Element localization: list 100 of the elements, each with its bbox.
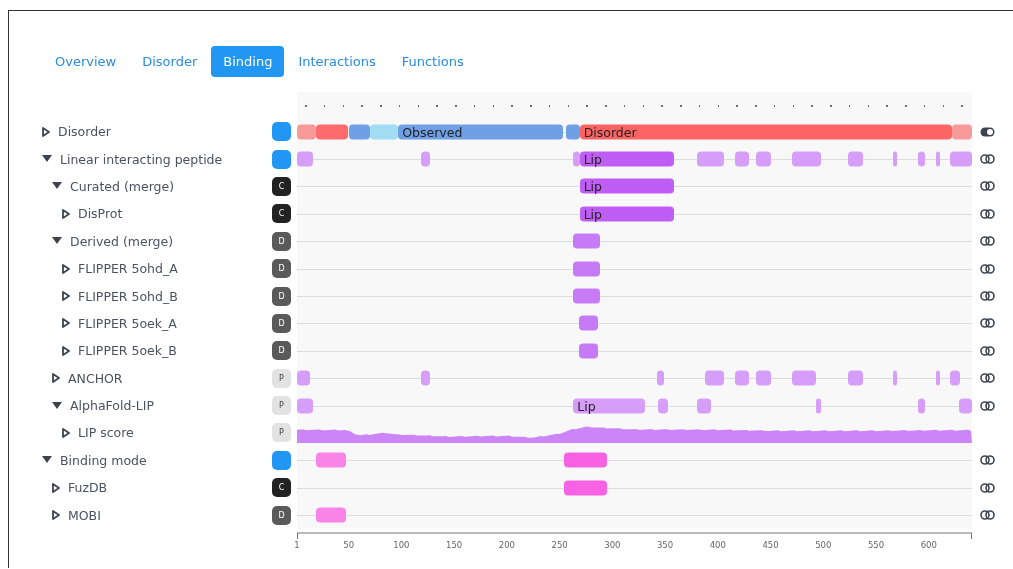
caret-right-icon[interactable] — [62, 318, 70, 329]
caret-down-icon[interactable] — [52, 401, 62, 410]
tab[interactable]: Overview — [43, 46, 129, 77]
region-bar[interactable] — [657, 398, 669, 414]
region-bar[interactable] — [696, 151, 725, 167]
caret-down-icon[interactable] — [52, 237, 62, 246]
caret-right-icon[interactable] — [62, 291, 70, 302]
region-bar[interactable] — [656, 370, 664, 386]
region-bar[interactable] — [892, 370, 897, 386]
labeled-region-bar[interactable]: Observed — [398, 124, 563, 140]
region-bar[interactable] — [791, 151, 822, 167]
caret-right-icon[interactable] — [62, 428, 70, 438]
region-bar[interactable] — [563, 452, 608, 468]
toggle-icon[interactable] — [980, 510, 995, 521]
region-bar[interactable] — [573, 261, 600, 277]
source-badge: D — [272, 505, 291, 525]
region-bar[interactable] — [734, 370, 750, 386]
region-bar[interactable] — [297, 124, 316, 140]
caret-down-icon[interactable] — [52, 182, 62, 191]
track-label[interactable]: LIP score — [78, 425, 134, 441]
tab[interactable]: Interactions — [286, 46, 388, 77]
region-bar[interactable] — [918, 151, 925, 167]
track-label[interactable]: ANCHOR — [68, 370, 123, 386]
track-label[interactable]: Binding mode — [60, 452, 147, 468]
track-label[interactable]: Disorder — [58, 124, 111, 140]
toggle-icon[interactable] — [980, 263, 995, 274]
toggle-icon[interactable] — [980, 181, 995, 192]
labeled-region-bar[interactable]: Disorder — [579, 124, 952, 140]
region-bar[interactable] — [348, 124, 370, 140]
region-bar[interactable] — [847, 370, 864, 386]
toggle-icon[interactable] — [980, 455, 995, 466]
labeled-region-bar[interactable]: Lip — [579, 178, 674, 194]
track-label[interactable]: Linear interacting peptide — [60, 151, 223, 167]
region-bar[interactable] — [565, 124, 580, 140]
toggle-icon[interactable] — [980, 400, 995, 411]
caret-right-icon[interactable] — [52, 482, 60, 493]
region-bar[interactable] — [573, 288, 600, 304]
tab[interactable]: Functions — [389, 46, 476, 77]
region-bar[interactable] — [791, 370, 816, 386]
region-bar[interactable] — [578, 315, 598, 331]
toggle-icon[interactable] — [980, 373, 995, 384]
region-bar[interactable] — [936, 370, 941, 386]
region-bar[interactable] — [421, 151, 430, 167]
track-label[interactable]: Curated (merge) — [70, 178, 175, 194]
toggle-icon[interactable] — [980, 318, 995, 329]
toggle-icon[interactable] — [980, 236, 995, 247]
caret-right-icon[interactable] — [52, 510, 60, 521]
track-label[interactable]: FLIPPER 5ohd_B — [78, 288, 178, 304]
region-bar[interactable] — [815, 398, 822, 414]
track-label[interactable]: FLIPPER 5oek_B — [78, 343, 177, 359]
region-bar[interactable] — [951, 124, 972, 140]
tab[interactable]: Disorder — [130, 46, 210, 77]
region-bar[interactable] — [705, 370, 725, 386]
region-bar[interactable] — [755, 370, 771, 386]
region-bar[interactable] — [316, 452, 346, 468]
region-bar[interactable] — [892, 151, 897, 167]
caret-right-icon[interactable] — [52, 373, 60, 384]
region-bar[interactable] — [297, 398, 313, 414]
region-bar[interactable] — [421, 370, 430, 386]
region-bar[interactable] — [297, 370, 310, 386]
caret-down-icon[interactable] — [42, 155, 52, 164]
caret-down-icon[interactable] — [42, 456, 52, 465]
track-label[interactable]: Derived (merge) — [70, 233, 174, 249]
region-bar[interactable] — [297, 151, 313, 167]
region-bar[interactable] — [316, 124, 348, 140]
labeled-region-bar[interactable]: Lip — [579, 206, 674, 222]
track-label[interactable]: FLIPPER 5ohd_A — [78, 261, 178, 277]
track-label[interactable]: DisProt — [78, 206, 123, 222]
caret-right-icon[interactable] — [62, 208, 70, 219]
region-bar[interactable] — [936, 151, 941, 167]
axis-tick-label: 350 — [656, 539, 674, 550]
region-bar[interactable] — [949, 370, 961, 386]
caret-right-icon[interactable] — [62, 345, 70, 356]
region-bar[interactable] — [696, 398, 712, 414]
caret-right-icon[interactable] — [62, 263, 70, 274]
track-label[interactable]: MOBI — [68, 507, 101, 523]
region-bar[interactable] — [755, 151, 771, 167]
track-label[interactable]: AlphaFold-LIP — [70, 398, 155, 414]
labeled-region-bar[interactable]: Lip — [573, 398, 646, 414]
toggle-icon[interactable] — [980, 291, 995, 302]
region-bar[interactable] — [847, 151, 864, 167]
region-bar[interactable] — [316, 507, 346, 523]
region-bar[interactable] — [578, 343, 598, 359]
track-label[interactable]: FuzDB — [68, 480, 108, 496]
region-bar[interactable] — [918, 398, 925, 414]
caret-right-icon[interactable] — [42, 126, 50, 137]
region-bar[interactable] — [734, 151, 750, 167]
toggle-icon[interactable] — [980, 345, 995, 356]
region-bar[interactable] — [959, 398, 972, 414]
toggle-icon[interactable] — [980, 208, 995, 219]
labeled-region-bar[interactable]: Lip — [579, 151, 674, 167]
region-bar[interactable] — [573, 151, 580, 167]
toggle-icon[interactable] — [980, 482, 995, 493]
region-bar[interactable] — [369, 124, 399, 140]
region-bar[interactable] — [573, 233, 600, 249]
track-label[interactable]: FLIPPER 5oek_A — [78, 315, 177, 331]
region-bar[interactable] — [563, 480, 608, 496]
toggle-icon[interactable] — [980, 154, 995, 165]
region-bar[interactable] — [949, 151, 972, 167]
toggle-icon[interactable] — [980, 126, 995, 137]
